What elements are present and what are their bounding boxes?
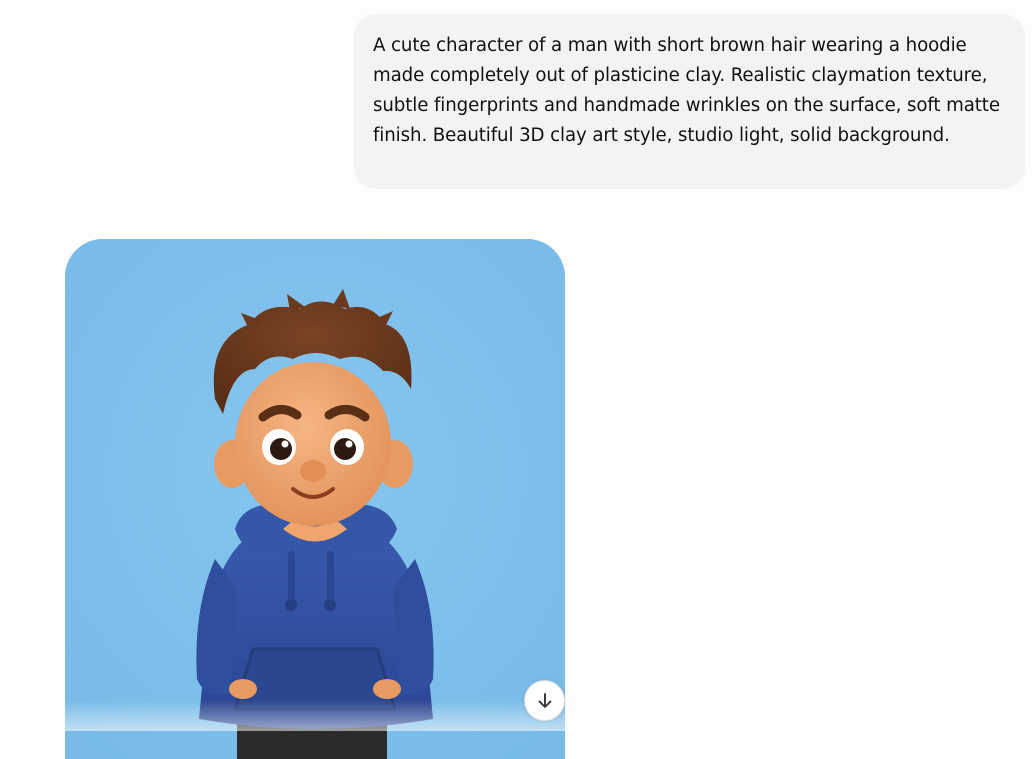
drawstring-right xyxy=(327,551,334,601)
head xyxy=(235,362,391,526)
nose xyxy=(300,460,326,482)
generated-image[interactable] xyxy=(65,239,565,759)
chat-thread: A cute character of a man with short bro… xyxy=(0,0,1034,759)
user-message-bubble: A cute character of a man with short bro… xyxy=(354,14,1025,189)
arrow-down-icon xyxy=(538,692,551,708)
hoodie-pocket xyxy=(232,647,398,711)
drawstring-left xyxy=(288,551,295,601)
clay-character-illustration xyxy=(65,239,565,759)
user-message-text: A cute character of a man with short bro… xyxy=(373,35,1000,146)
scroll-to-bottom-button[interactable] xyxy=(524,680,565,721)
